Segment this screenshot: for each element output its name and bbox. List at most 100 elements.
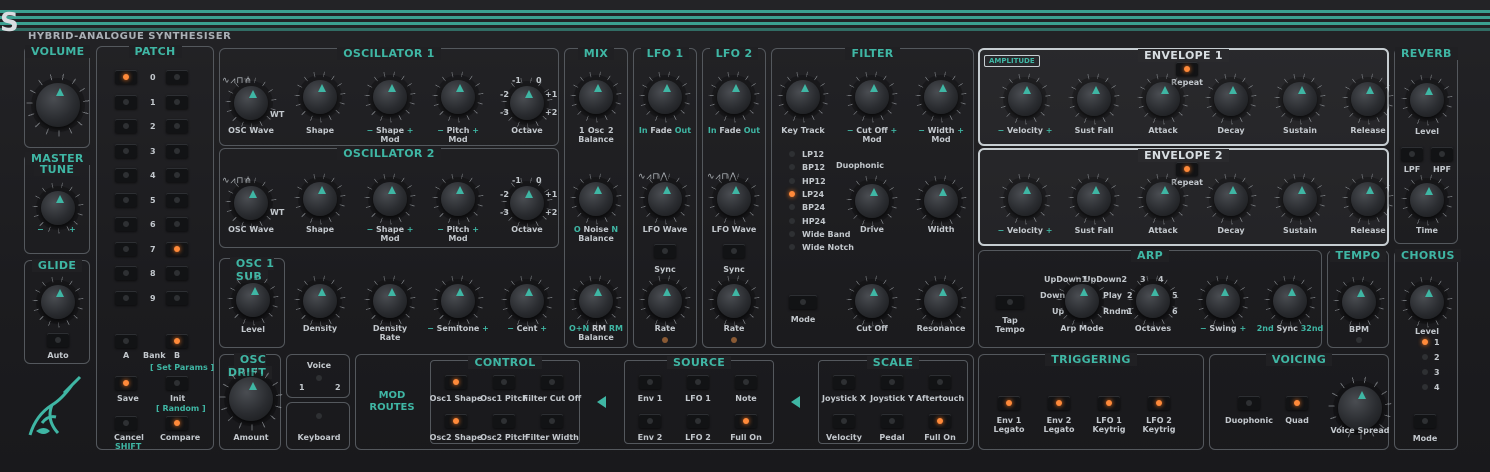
lfo2-fade-knob[interactable] (717, 80, 751, 114)
osc-balance-knob[interactable] (579, 80, 613, 114)
env1-sust-fall-knob[interactable] (1077, 82, 1111, 116)
quad-button[interactable] (1286, 396, 1308, 410)
source-bottom-2-button[interactable] (735, 414, 757, 428)
patch-slot-b-8-button[interactable] (166, 266, 188, 280)
cut-off-mod-knob[interactable] (855, 80, 889, 114)
patch-slot-a-8-button[interactable] (115, 266, 137, 280)
density-knob[interactable] (303, 284, 337, 318)
lfo2-wave-knob[interactable] (717, 182, 751, 216)
patch-b-button[interactable] (166, 334, 188, 348)
env2-decay-knob[interactable] (1214, 182, 1248, 216)
reverb-time-knob[interactable] (1410, 183, 1444, 217)
source-bottom-1-button[interactable] (687, 414, 709, 428)
arp-mode-knob[interactable] (1065, 284, 1099, 318)
env1-repeat-button[interactable] (1176, 62, 1198, 76)
filter-type-6-led[interactable] (789, 230, 795, 237)
lfo1-sync-button[interactable] (654, 244, 676, 258)
osc-drift-amount-knob[interactable] (229, 377, 273, 421)
filter-type-2-label[interactable]: HP12 (802, 177, 826, 186)
env2-sust-fall-knob[interactable] (1077, 182, 1111, 216)
osc1-octave-knob[interactable] (510, 86, 544, 120)
filter-type-6-label[interactable]: Wide Band (802, 230, 850, 239)
patch-compare-button[interactable] (166, 416, 188, 430)
filter-type-3-led[interactable] (789, 190, 795, 197)
chorus-mode-button[interactable] (1414, 414, 1436, 428)
chorus-option-3-led[interactable] (1422, 369, 1428, 375)
osc2-wave-knob[interactable] (234, 186, 268, 220)
patch-slot-b-6-button[interactable] (166, 217, 188, 231)
swing-knob[interactable] (1206, 284, 1240, 318)
source-top-1-button[interactable] (687, 375, 709, 389)
source-top-0-button[interactable] (639, 375, 661, 389)
lfo1-fade-knob[interactable] (648, 80, 682, 114)
patch-slot-a-1-button[interactable] (115, 94, 137, 109)
control-bottom-1-button[interactable] (493, 414, 515, 428)
trig-0-button[interactable] (998, 396, 1020, 410)
osc1-pitch-mod-knob[interactable] (441, 80, 475, 114)
trig-3-button[interactable] (1148, 396, 1170, 410)
env1-velocity-knob[interactable] (1008, 82, 1042, 116)
scale-top-1-button[interactable] (881, 375, 903, 389)
chorus-option-1-led[interactable] (1422, 339, 1428, 345)
scale-top-0-button[interactable] (833, 375, 855, 389)
osc1-shape-mod-knob[interactable] (373, 80, 407, 114)
filter-type-7-label[interactable]: Wide Notch (802, 243, 854, 252)
patch-slot-a-5-button[interactable] (115, 192, 137, 207)
patch-slot-b-0-button[interactable] (166, 70, 188, 84)
lfo1-wave-knob[interactable] (648, 182, 682, 216)
filter-mode-button[interactable] (789, 295, 817, 309)
source-top-2-button[interactable] (735, 375, 757, 389)
patch-slot-a-3-button[interactable] (115, 143, 137, 158)
arp-sync-knob[interactable] (1273, 284, 1307, 318)
filter-type-1-label[interactable]: BP12 (802, 163, 825, 172)
voice-spread-knob[interactable] (1338, 386, 1382, 430)
scale-bottom-2-button[interactable] (929, 414, 951, 428)
width-knob[interactable] (924, 184, 958, 218)
filter-type-5-led[interactable] (789, 217, 795, 224)
keyboard-label[interactable]: Keyboard (298, 433, 341, 442)
osc1-shape-knob[interactable] (303, 80, 337, 114)
density-rate-knob[interactable] (373, 284, 407, 318)
control-top-0-button[interactable] (445, 375, 467, 389)
chorus-option-2-led[interactable] (1422, 354, 1428, 360)
env2-velocity-knob[interactable] (1008, 182, 1042, 216)
env2-sustain-knob[interactable] (1283, 182, 1317, 216)
noise-balance-knob[interactable] (579, 182, 613, 216)
env1-attack-knob[interactable] (1146, 82, 1180, 116)
env2-repeat-button[interactable] (1176, 162, 1198, 176)
filter-type-0-led[interactable] (789, 151, 795, 157)
patch-a-button[interactable] (115, 334, 137, 348)
cent-knob[interactable] (510, 284, 544, 318)
drive-knob[interactable] (855, 184, 889, 218)
master-tune-knob[interactable] (41, 191, 75, 225)
patch-cancel-button[interactable] (115, 416, 137, 430)
env2-attack-knob[interactable] (1146, 182, 1180, 216)
trig-1-button[interactable] (1048, 396, 1070, 410)
osc1-wave-knob[interactable] (234, 86, 268, 120)
patch-slot-b-7-button[interactable] (166, 241, 188, 256)
control-bottom-2-button[interactable] (541, 414, 563, 428)
resonance-knob[interactable] (924, 284, 958, 318)
bpm-knob[interactable] (1342, 285, 1376, 319)
patch-slot-b-9-button[interactable] (166, 290, 188, 305)
reverb-level-knob[interactable] (1410, 83, 1444, 117)
octaves-knob[interactable] (1136, 284, 1170, 318)
patch-slot-b-1-button[interactable] (166, 94, 188, 109)
osc2-shape-mod-knob[interactable] (373, 182, 407, 216)
filter-type-5-label[interactable]: HP24 (802, 217, 826, 226)
patch-slot-b-4-button[interactable] (166, 168, 188, 182)
filter-type-3-label[interactable]: LP24 (802, 190, 824, 199)
osc2-octave-knob[interactable] (510, 186, 544, 220)
control-bottom-0-button[interactable] (445, 414, 467, 428)
semitone-knob[interactable] (441, 284, 475, 318)
filter-type-0-label[interactable]: LP12 (802, 150, 824, 159)
osc1-sub-level-knob[interactable] (236, 283, 270, 317)
source-bottom-0-button[interactable] (639, 414, 661, 428)
env1-sustain-knob[interactable] (1283, 82, 1317, 116)
patch-save-button[interactable] (115, 376, 137, 390)
chorus-option-4-led[interactable] (1422, 384, 1428, 390)
patch-slot-b-3-button[interactable] (166, 143, 188, 158)
scale-bottom-1-button[interactable] (881, 414, 903, 428)
osc2-pitch-mod-knob[interactable] (441, 182, 475, 216)
control-top-1-button[interactable] (493, 375, 515, 389)
